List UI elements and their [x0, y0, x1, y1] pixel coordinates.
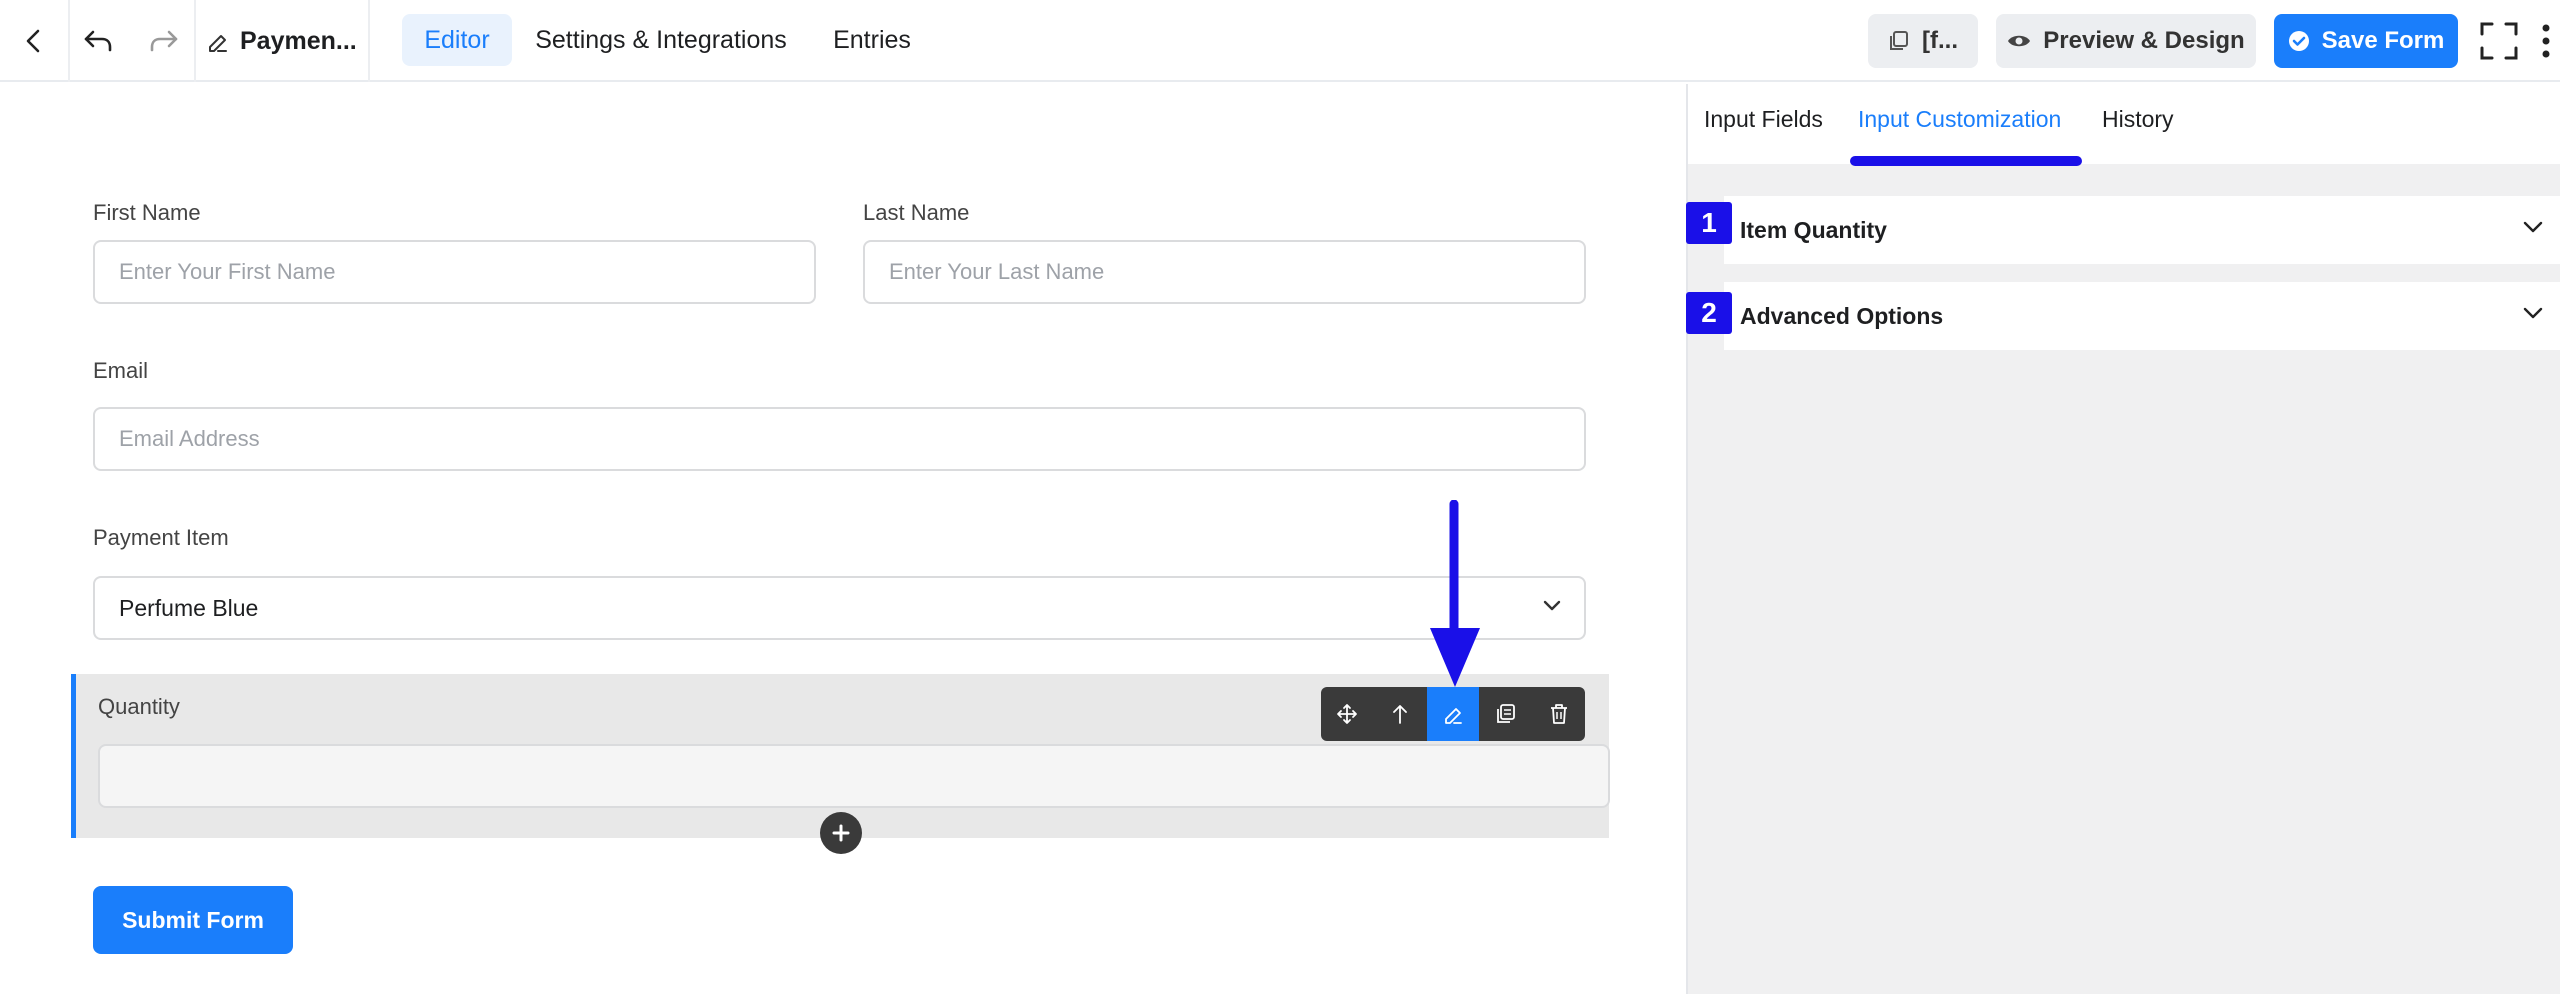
top-bar: Paymen... Editor Settings & Integrations… [0, 0, 2560, 82]
chevron-down-icon [2522, 220, 2544, 234]
divider [368, 0, 370, 82]
quantity-label: Quantity [98, 694, 180, 719]
payment-item-select[interactable]: Perfume Blue [93, 576, 1586, 640]
pencil-icon [206, 29, 228, 53]
preview-design-button[interactable]: Preview & Design [1996, 14, 2256, 68]
undo-icon[interactable] [70, 0, 126, 82]
last-name-input[interactable]: Enter Your Last Name [863, 240, 1586, 304]
edit-icon[interactable] [1426, 687, 1480, 741]
submit-form-button[interactable]: Submit Form [93, 886, 293, 954]
tab-input-customization[interactable]: Input Customization [1858, 106, 2061, 133]
duplicate-icon[interactable] [1479, 687, 1532, 741]
quantity-input[interactable] [98, 744, 1610, 808]
copy-icon [1888, 30, 1910, 52]
right-sidebar: Input Fields Input Customization History… [1686, 84, 2560, 994]
redo-icon[interactable] [136, 0, 192, 82]
email-placeholder: Email Address [119, 426, 260, 451]
payment-item-label: Payment Item [93, 525, 229, 550]
eye-icon [2007, 32, 2031, 50]
shortcode-button[interactable]: [f... [1868, 14, 1978, 68]
last-name-placeholder: Enter Your Last Name [889, 259, 1105, 284]
chevron-down-icon [2522, 306, 2544, 320]
preview-design-label: Preview & Design [2043, 27, 2245, 54]
tab-history[interactable]: History [2102, 106, 2174, 133]
section-advanced-options[interactable]: Advanced Options [1724, 282, 2560, 350]
form-title[interactable]: Paymen... [206, 0, 357, 82]
section-label: Advanced Options [1740, 302, 1944, 329]
email-label: Email [93, 358, 149, 383]
active-tab-indicator [1850, 156, 2082, 166]
annotation-arrow-icon [1430, 499, 1486, 695]
step-badge: 2 [1686, 292, 1732, 334]
more-options-icon[interactable] [2536, 0, 2556, 82]
fullscreen-icon[interactable] [2474, 0, 2524, 82]
first-name-label: First Name [93, 200, 201, 225]
arrow-up-icon[interactable] [1374, 687, 1427, 741]
payment-item-value: Perfume Blue [119, 594, 259, 621]
email-input[interactable]: Email Address [93, 407, 1586, 471]
sidebar-tabs: Input Fields Input Customization History [1688, 84, 2560, 166]
first-name-input[interactable]: Enter Your First Name [93, 240, 816, 304]
trash-icon[interactable] [1532, 687, 1585, 741]
section-label: Item Quantity [1740, 216, 1887, 243]
divider [194, 0, 196, 82]
tab-entries[interactable]: Entries [818, 14, 926, 66]
check-circle-icon [2288, 30, 2310, 52]
step-badge: 1 [1686, 202, 1732, 244]
move-icon[interactable] [1321, 687, 1374, 741]
form-title-text: Paymen... [240, 26, 357, 55]
add-field-icon[interactable] [820, 812, 862, 854]
chevron-down-icon [1542, 599, 1562, 613]
last-name-label: Last Name [863, 200, 970, 225]
section-item-quantity[interactable]: Item Quantity [1724, 196, 2560, 264]
shortcode-label: [f... [1922, 27, 1958, 54]
first-name-placeholder: Enter Your First Name [119, 259, 336, 284]
save-form-button[interactable]: Save Form [2274, 14, 2458, 68]
tab-settings-integrations[interactable]: Settings & Integrations [522, 14, 800, 66]
field-actions-toolbar [1321, 687, 1585, 741]
back-icon[interactable] [0, 0, 68, 82]
save-form-label: Save Form [2321, 27, 2445, 54]
tab-input-fields[interactable]: Input Fields [1704, 106, 1823, 133]
tab-editor[interactable]: Editor [402, 14, 512, 66]
